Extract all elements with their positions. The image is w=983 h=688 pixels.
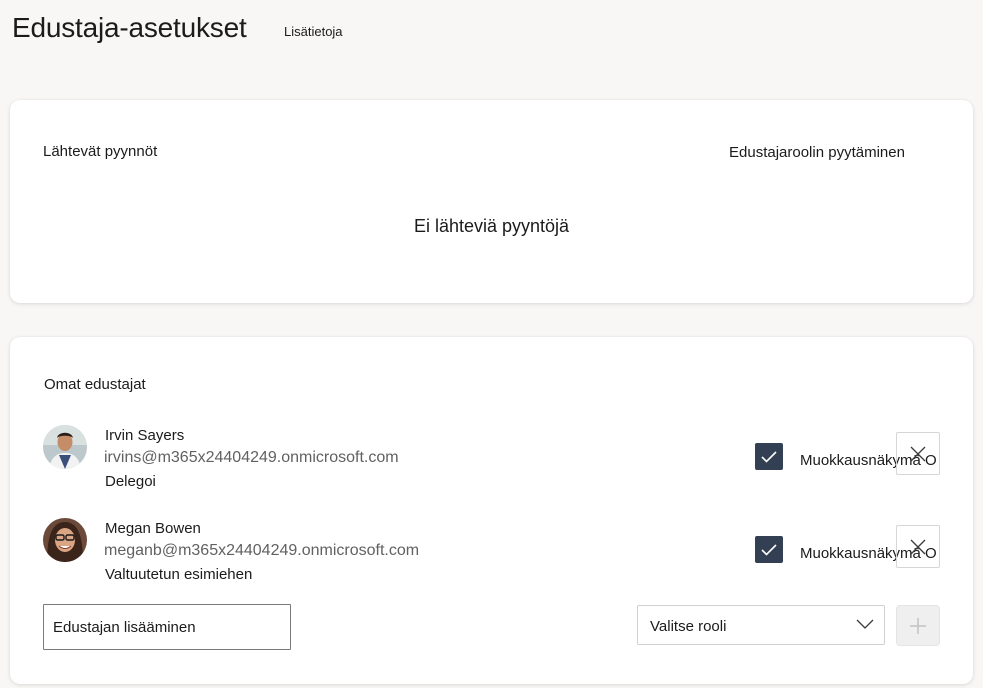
learn-more-link[interactable]: Lisätietoja xyxy=(284,24,343,39)
delegate-role: Valtuutetun esimiehen xyxy=(105,566,253,583)
checkmark-icon xyxy=(761,543,777,556)
avatar xyxy=(43,425,87,469)
delegate-name: Irvin Sayers xyxy=(105,427,185,444)
request-delegate-role-link[interactable]: Edustajaroolin pyytäminen xyxy=(729,144,905,161)
add-delegate-input[interactable] xyxy=(43,604,291,650)
avatar-photo-megan xyxy=(43,518,87,562)
edit-view-checkbox[interactable] xyxy=(755,443,783,470)
my-delegates-label: Omat edustajat xyxy=(44,376,146,393)
delegate-name: Megan Bowen xyxy=(105,520,201,537)
plus-icon xyxy=(910,617,926,634)
delegate-email: meganb@m365x24404249.onmicrosoft.com xyxy=(104,542,420,559)
close-icon xyxy=(910,446,926,461)
add-delegate-button[interactable] xyxy=(896,605,940,646)
delegate-row: Irvin Sayers irvins@m365x24404249.onmicr… xyxy=(10,422,973,512)
close-icon xyxy=(910,539,926,554)
outgoing-requests-label: Lähtevät pyynnöt xyxy=(43,143,158,160)
empty-state-message: Ei lähteviä pyyntöjä xyxy=(413,216,570,236)
delegate-row: Megan Bowen meganb@m365x24404249.onmicro… xyxy=(10,515,973,605)
checkmark-icon xyxy=(761,450,777,463)
chevron-down-icon xyxy=(856,619,874,629)
delegate-email: irvins@m365x24404249.onmicrosoft.com xyxy=(104,449,399,466)
delegate-role: Delegoi xyxy=(105,473,156,490)
page-title: Edustaja-asetukset xyxy=(12,12,247,43)
edit-view-checkbox[interactable] xyxy=(755,536,783,563)
outgoing-requests-card: Lähtevät pyynnöt Edustajaroolin pyytämin… xyxy=(10,100,973,303)
avatar xyxy=(43,518,87,562)
avatar-photo-irvin xyxy=(43,425,87,469)
my-delegates-card: Omat edustajat Irvin Sayers irvins@m365x… xyxy=(10,337,973,684)
remove-delegate-button[interactable] xyxy=(896,525,940,568)
role-select-value: Valitse rooli xyxy=(650,618,727,635)
delegate-settings-page: Edustaja-asetukset Lisätietoja Lähtevät … xyxy=(0,0,983,688)
role-select[interactable]: Valitse rooli xyxy=(637,605,885,645)
remove-delegate-button[interactable] xyxy=(896,432,940,475)
